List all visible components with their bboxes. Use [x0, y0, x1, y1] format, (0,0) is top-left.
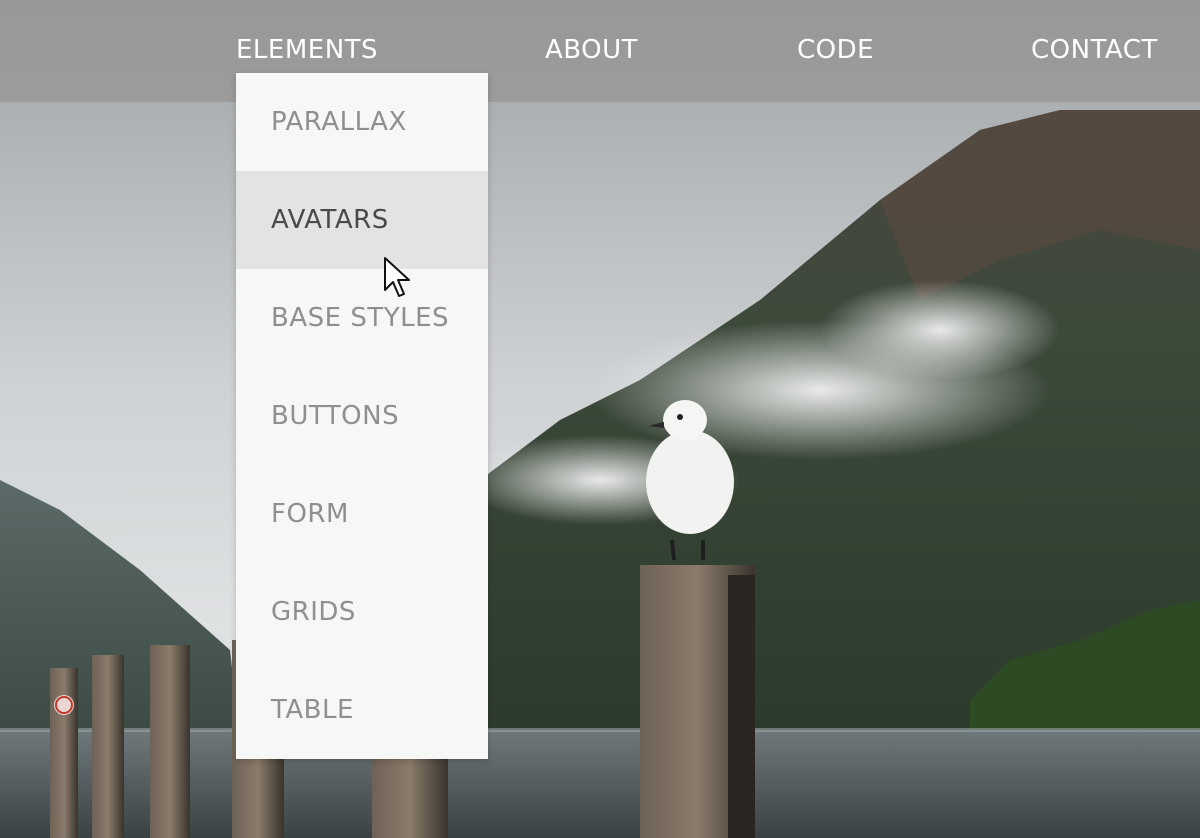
dropdown-item-table[interactable]: TABLE: [236, 661, 488, 759]
dropdown-item-avatars[interactable]: AVATARS: [236, 171, 488, 269]
dropdown-item-base-styles[interactable]: BASE STYLES: [236, 269, 488, 367]
nav-item-code[interactable]: CODE: [797, 32, 874, 68]
nav-item-elements[interactable]: ELEMENTS: [236, 32, 378, 68]
page: ELEMENTS ABOUT CODE CONTACT PARALLAX AVA…: [0, 0, 1200, 838]
nav-item-about[interactable]: ABOUT: [545, 32, 638, 68]
elements-dropdown-menu: PARALLAX AVATARS BASE STYLES BUTTONS FOR…: [236, 73, 488, 759]
dropdown-item-label: BUTTONS: [271, 401, 400, 431]
dropdown-item-label: FORM: [271, 499, 349, 529]
dropdown-item-label: GRIDS: [271, 597, 356, 627]
dropdown-item-parallax[interactable]: PARALLAX: [236, 73, 488, 171]
dropdown-item-label: BASE STYLES: [271, 303, 450, 333]
dropdown-item-label: TABLE: [271, 695, 354, 725]
dropdown-item-buttons[interactable]: BUTTONS: [236, 367, 488, 465]
dropdown-item-label: AVATARS: [271, 205, 389, 235]
dropdown-item-form[interactable]: FORM: [236, 465, 488, 563]
hero-background-image: [0, 0, 1200, 838]
nav-item-contact[interactable]: CONTACT: [1031, 32, 1158, 68]
dropdown-item-label: PARALLAX: [271, 107, 407, 137]
dropdown-item-grids[interactable]: GRIDS: [236, 563, 488, 661]
